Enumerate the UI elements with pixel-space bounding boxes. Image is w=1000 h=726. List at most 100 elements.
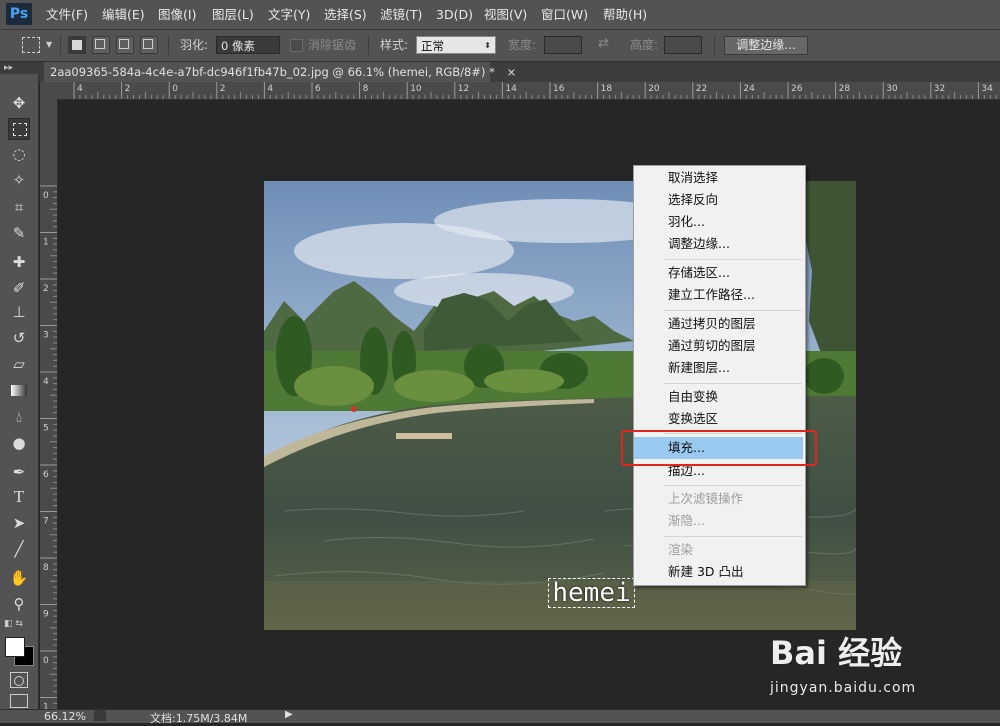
menu-file[interactable]: 文件(F) [46, 6, 88, 23]
ruler-label: 2 [220, 84, 226, 94]
rectangular-marquee-tool-icon[interactable] [8, 118, 30, 140]
gradient-tool-icon[interactable] [8, 380, 30, 402]
add-to-selection-icon[interactable] [92, 36, 110, 54]
menu-image[interactable]: 图像(I) [158, 6, 196, 23]
status-info-icon[interactable] [94, 710, 106, 721]
chevron-down-icon[interactable]: ▼ [46, 40, 52, 49]
ruler-label: 26 [791, 84, 803, 94]
feather-input[interactable]: 0 像素 [216, 36, 280, 54]
menu-item-refine-edge[interactable]: 调整边缘... [634, 233, 805, 255]
ruler-label: 12 [458, 84, 469, 94]
crop-tool-icon[interactable]: ⌗ [8, 196, 30, 218]
line-tool-icon[interactable]: ╱ [8, 538, 30, 560]
swap-icon[interactable]: ⇄ [598, 36, 609, 51]
ruler-label: 8 [43, 563, 49, 573]
menu-separator [664, 536, 802, 537]
ruler-label: 4 [77, 84, 83, 94]
ruler-label: 22 [696, 84, 707, 94]
divider [60, 35, 61, 55]
brush-tool-icon[interactable]: ✐ [8, 277, 30, 299]
menu-separator [664, 485, 802, 486]
healing-brush-tool-icon[interactable]: ✚ [8, 251, 30, 273]
menu-item-fade: 渐隐... [668, 513, 705, 528]
new-selection-icon[interactable] [68, 36, 86, 54]
menu-3d[interactable]: 3D(D) [436, 6, 473, 23]
ruler-label: 16 [553, 84, 565, 94]
ruler-label: 7 [43, 517, 49, 527]
ruler-label: 0 [43, 191, 49, 201]
menu-item-save-selection[interactable]: 存储选区... [634, 262, 805, 284]
menu-type[interactable]: 文字(Y) [268, 6, 310, 23]
width-input[interactable] [544, 36, 582, 54]
quick-mask-icon[interactable] [10, 672, 28, 688]
blur-tool-icon[interactable]: 💧︎ [8, 406, 30, 428]
status-menu-arrow-icon[interactable]: ▶ [285, 709, 293, 720]
zoom-level[interactable]: 66.12% [44, 710, 86, 723]
history-brush-tool-icon[interactable]: ↺ [8, 327, 30, 349]
menu-layer[interactable]: 图层(L) [212, 6, 254, 23]
ruler-label: 9 [43, 610, 49, 620]
ruler-label: 0 [43, 656, 49, 666]
menu-item-make-work-path[interactable]: 建立工作路径... [634, 284, 805, 306]
type-tool-icon[interactable]: T [8, 486, 30, 508]
marquee-preset-icon[interactable] [22, 37, 40, 53]
ruler-label: 32 [934, 84, 945, 94]
menu-item-new-3d-extrusion[interactable]: 新建 3D 凸出 [634, 561, 805, 583]
text-layer-selection[interactable]: hemei [548, 578, 635, 608]
annotation-highlight-box [621, 430, 817, 466]
default-colors-icon[interactable]: ◧ ⇆ [4, 619, 23, 629]
ruler-label: 10 [410, 84, 422, 94]
magic-wand-tool-icon[interactable]: ✧ [8, 169, 30, 191]
menu-window[interactable]: 窗口(W) [541, 6, 588, 23]
eraser-tool-icon[interactable]: ▱ [8, 353, 30, 375]
pen-tool-icon[interactable]: ✒ [8, 461, 30, 483]
menu-edit[interactable]: 编辑(E) [102, 6, 145, 23]
clone-stamp-tool-icon[interactable]: ⊥ [8, 301, 30, 323]
hand-tool-icon[interactable]: ✋ [8, 567, 30, 589]
divider [168, 35, 169, 55]
horizontal-ruler-ticks: 4 2 0 2 4 6 8 10 12 14 16 18 20 22 24 26 28 30 32 34 [73, 82, 997, 99]
ruler-label: 4 [267, 84, 273, 94]
height-input[interactable] [664, 36, 702, 54]
style-select[interactable]: 正常 ⬍ [416, 36, 496, 54]
menu-item-new-layer[interactable]: 新建图层... [634, 357, 805, 379]
horizontal-ruler: 4 2 0 2 4 6 8 10 12 14 16 18 20 22 24 26 28 30 32 34 [40, 82, 1000, 100]
photoshop-logo: Ps [6, 3, 32, 25]
menu-view[interactable]: 视图(V) [484, 6, 527, 23]
ruler-label: 2 [43, 284, 49, 294]
collapse-panel-icon[interactable]: ▸▸ [4, 63, 13, 73]
subtract-selection-icon[interactable] [116, 36, 134, 54]
ruler-label: 3 [43, 331, 49, 341]
path-selection-tool-icon[interactable]: ➤ [8, 512, 30, 534]
menu-select[interactable]: 选择(S) [324, 6, 367, 23]
menu-item-feather[interactable]: 羽化... [634, 211, 805, 233]
menu-item-deselect[interactable]: 取消选择 [634, 167, 805, 189]
document-tab[interactable]: 2aa09365-584a-4c4e-a7bf-dc946f1fb47b_02.… [44, 62, 516, 82]
intersect-selection-icon[interactable] [140, 36, 158, 54]
screen-mode-icon[interactable] [10, 694, 28, 708]
close-tab-icon[interactable]: × [507, 65, 517, 79]
menu-help[interactable]: 帮助(H) [603, 6, 647, 23]
refine-edge-button[interactable]: 调整边缘... [724, 36, 808, 55]
menu-item-layer-via-copy[interactable]: 通过拷贝的图层 [634, 313, 805, 335]
watermark-url: jingyan.baidu.com [770, 680, 917, 696]
ruler-label: 1 [43, 238, 49, 248]
menu-item-transform-selection[interactable]: 变换选区 [634, 408, 805, 430]
foreground-color-swatch[interactable] [5, 637, 25, 657]
menu-item-layer-via-cut[interactable]: 通过剪切的图层 [634, 335, 805, 357]
move-tool-icon[interactable]: ✥ [8, 92, 30, 114]
lasso-tool-icon[interactable]: ◌ [8, 143, 30, 165]
ruler-label: 8 [363, 84, 369, 94]
menu-filter[interactable]: 滤镜(T) [380, 6, 422, 23]
ruler-label: 2 [125, 84, 131, 94]
menu-item-select-inverse[interactable]: 选择反向 [634, 189, 805, 211]
menu-item-free-transform[interactable]: 自由变换 [634, 386, 805, 408]
document-info: 文档:1.75M/3.84M [150, 712, 248, 725]
height-label: 高度: [630, 38, 659, 52]
antialias-checkbox[interactable] [290, 39, 303, 52]
menu-item-last-filter: 上次滤镜操作 [668, 491, 744, 506]
zoom-tool-icon[interactable]: ⚲ [8, 593, 30, 615]
eyedropper-tool-icon[interactable]: ✎ [8, 222, 30, 244]
ruler-label: 14 [505, 84, 517, 94]
dodge-tool-icon[interactable]: ● [8, 432, 30, 454]
